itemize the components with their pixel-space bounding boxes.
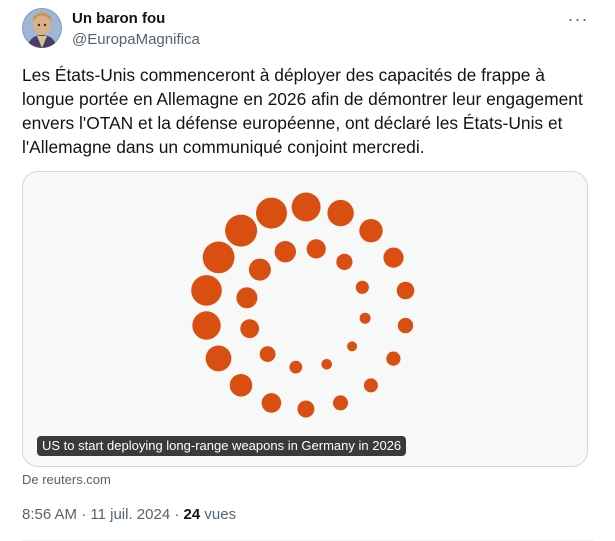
views-count: 24 [183,506,201,523]
logo-dot [261,393,282,413]
logo-dot [248,258,271,281]
more-horizontal-icon[interactable]: ··· [566,8,590,30]
logo-dot [306,239,326,259]
link-card-caption: US to start deploying long-range weapons… [37,436,407,456]
logo-dot [333,395,348,411]
logo-dot [359,219,383,243]
logo-dot [192,311,221,340]
tweet-date[interactable]: 11 juil. 2024 [90,506,170,523]
reuters-logo-icon [191,192,415,418]
logo-dot [359,312,371,324]
logo-dot [289,360,303,374]
logo-dot [191,275,222,306]
logo-dot [205,345,232,372]
logo-dot [274,241,296,263]
logo-dot [259,346,276,362]
tweet-text: Les États-Unis commenceront à déployer d… [22,65,583,157]
link-card[interactable]: US to start deploying long-range weapons… [22,171,588,467]
tweet-meta: 8:56 AM · 11 juil. 2024 · 24 vues [22,506,236,523]
logo-dot [225,214,258,247]
logo-dot [229,374,253,397]
logo-dot [396,281,415,300]
logo-dot [386,351,401,366]
logo-dot [336,253,353,270]
logo-dot [383,247,404,268]
logo-dot [202,241,235,274]
author-handle[interactable]: @EuropaMagnifica [72,31,200,48]
link-source[interactable]: De reuters.com [22,472,111,487]
logo-dot [347,341,358,352]
logo-dot [291,192,321,222]
author-display-name[interactable]: Un baron fou [72,10,165,27]
author-avatar[interactable] [22,8,62,48]
logo-dot [327,199,354,227]
logo-dot [363,378,378,393]
meta-separator: · [174,506,180,523]
meta-separator: · [81,506,87,523]
logo-dot [321,359,333,370]
logo-dot [236,287,258,309]
logo-dot [256,197,287,229]
portrait-avatar-icon [22,8,62,48]
tweet-time[interactable]: 8:56 AM [22,506,77,523]
logo-dot [355,280,369,294]
views-label: vues [204,506,237,523]
logo-dot [397,317,414,334]
logo-dot [240,319,260,339]
logo-dot [297,400,315,418]
